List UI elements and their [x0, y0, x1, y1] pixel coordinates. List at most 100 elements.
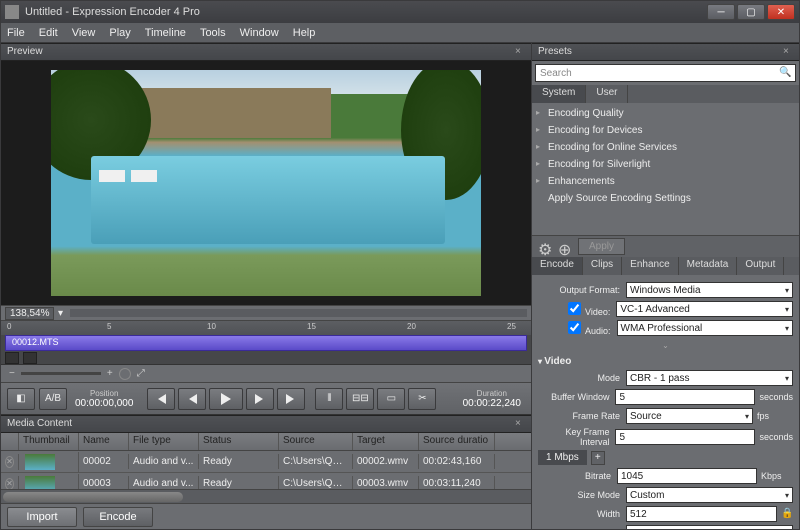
menu-window[interactable]: Window [240, 27, 279, 39]
cue-button[interactable]: ◧ [7, 388, 35, 410]
menu-play[interactable]: Play [109, 27, 130, 39]
video-checkbox[interactable] [568, 302, 581, 315]
encode-button[interactable]: Encode [83, 507, 153, 527]
framerate-select[interactable]: Source [626, 408, 753, 424]
presets-tabs: System User [532, 85, 799, 103]
search-icon: 🔍 [779, 67, 791, 79]
width-input[interactable] [626, 506, 777, 522]
preset-item[interactable]: Encoding Quality [532, 105, 799, 122]
expander-icon[interactable]: ⌄ [538, 339, 793, 352]
zoom-in-icon[interactable]: + [107, 368, 113, 379]
ab-button[interactable]: A/B [39, 388, 67, 410]
fit-icon[interactable]: ⤢ [137, 368, 145, 379]
height-input[interactable] [626, 525, 793, 529]
window-title: Untitled - Expression Encoder 4 Pro [25, 6, 200, 18]
tab-metadata[interactable]: Metadata [679, 257, 738, 275]
col-thumbnail[interactable]: Thumbnail [19, 433, 79, 450]
menu-tools[interactable]: Tools [200, 27, 226, 39]
go-start-button[interactable] [147, 388, 175, 410]
step-fwd-button[interactable] [246, 388, 274, 410]
table-row[interactable]: ✕00002Audio and v...ReadyC:\Users\Quad..… [1, 451, 531, 473]
media-hscroll[interactable] [1, 489, 531, 503]
position-value: 00:00:00,000 [75, 398, 133, 409]
col-duration[interactable]: Source duratio [419, 433, 495, 450]
tab-output[interactable]: Output [737, 257, 784, 275]
stream-tab[interactable]: 1 Mbps [538, 450, 587, 465]
buffer-unit: seconds [755, 392, 793, 402]
menu-view[interactable]: View [72, 27, 96, 39]
col-source[interactable]: Source [279, 433, 353, 450]
row-thumbnail [19, 474, 79, 490]
split-button[interactable]: ⊟⊟ [346, 388, 374, 410]
preset-list: Encoding Quality Encoding for Devices En… [532, 103, 799, 235]
trim-button[interactable]: ▭ [377, 388, 405, 410]
row-remove-button[interactable]: ✕ [1, 476, 19, 490]
timeline-zoom-slider[interactable] [21, 372, 101, 375]
track-icon[interactable] [5, 352, 19, 364]
row-target: 00003.wmv [353, 476, 419, 489]
gear-icon[interactable]: ⚙ [538, 240, 552, 254]
maximize-button[interactable]: ▢ [737, 4, 765, 20]
col-status[interactable]: Status [199, 433, 279, 450]
preview-close-icon[interactable]: × [515, 46, 527, 58]
import-button[interactable]: Import [7, 507, 77, 527]
col-target[interactable]: Target [353, 433, 419, 450]
presets-close-icon[interactable]: × [783, 46, 795, 58]
output-format-select[interactable]: Windows Media [626, 282, 793, 298]
magnifier-icon[interactable] [119, 368, 131, 380]
row-filetype: Audio and v... [129, 476, 199, 489]
mode-select[interactable]: CBR - 1 pass [626, 370, 793, 386]
menu-timeline[interactable]: Timeline [145, 27, 186, 39]
media-close-icon[interactable]: × [515, 418, 527, 430]
keyframe-input[interactable] [615, 429, 755, 445]
menu-edit[interactable]: Edit [39, 27, 58, 39]
zoom-out-icon[interactable]: − [9, 368, 15, 379]
go-end-button[interactable] [277, 388, 305, 410]
preview-hscroll[interactable] [70, 309, 527, 317]
buffer-input[interactable] [615, 389, 755, 405]
add-stream-button[interactable]: + [591, 451, 605, 465]
presets-search[interactable]: Search 🔍 [535, 64, 796, 82]
zoom-dropdown-icon[interactable]: ▾ [54, 308, 66, 319]
encode-body: Output Format: Windows Media Video: VC-1… [532, 275, 799, 529]
titlebar[interactable]: Untitled - Expression Encoder 4 Pro ─ ▢ … [1, 1, 799, 23]
tick: 25 [507, 322, 516, 331]
plus-icon[interactable]: ⊕ [558, 240, 572, 254]
timeline-ruler[interactable]: 0 5 10 15 20 25 [1, 321, 531, 335]
col-name[interactable]: Name [79, 433, 129, 450]
step-back-button[interactable] [178, 388, 206, 410]
bitrate-input[interactable] [617, 468, 757, 484]
apply-button[interactable]: Apply [578, 238, 625, 255]
row-remove-button[interactable]: ✕ [1, 454, 19, 470]
menu-help[interactable]: Help [293, 27, 316, 39]
apply-source-settings[interactable]: Apply Source Encoding Settings [532, 190, 799, 207]
menu-file[interactable]: File [7, 27, 25, 39]
timeline-zoom-bar: − + ⤢ [1, 365, 531, 383]
preset-item[interactable]: Encoding for Devices [532, 122, 799, 139]
timeline-clip[interactable]: 00012.MTS [5, 335, 527, 351]
video-codec-select[interactable]: VC-1 Advanced [616, 301, 793, 317]
col-filetype[interactable]: File type [129, 433, 199, 450]
preview-viewport[interactable] [1, 61, 531, 305]
tab-encode[interactable]: Encode [532, 257, 583, 275]
video-section[interactable]: Video [538, 356, 793, 367]
close-button[interactable]: ✕ [767, 4, 795, 20]
preset-item[interactable]: Enhancements [532, 173, 799, 190]
track-icon[interactable] [23, 352, 37, 364]
lock-icon[interactable]: 🔒 [781, 508, 793, 520]
tab-system[interactable]: System [532, 85, 586, 103]
minimize-button[interactable]: ─ [707, 4, 735, 20]
preset-item[interactable]: Encoding for Online Services [532, 139, 799, 156]
sizemode-select[interactable]: Custom [626, 487, 793, 503]
play-button[interactable] [209, 388, 243, 410]
tab-enhance[interactable]: Enhance [622, 257, 678, 275]
tab-clips[interactable]: Clips [583, 257, 622, 275]
tab-user[interactable]: User [586, 85, 628, 103]
cut-button[interactable]: ✂ [408, 388, 436, 410]
audio-checkbox[interactable] [568, 321, 581, 334]
preset-item[interactable]: Encoding for Silverlight [532, 156, 799, 173]
marker-button[interactable]: ⦀ [315, 388, 343, 410]
audio-codec-select[interactable]: WMA Professional [617, 320, 793, 336]
table-row[interactable]: ✕00003Audio and v...ReadyC:\Users\Quad..… [1, 473, 531, 489]
zoom-value[interactable]: 138,54% [5, 307, 54, 320]
